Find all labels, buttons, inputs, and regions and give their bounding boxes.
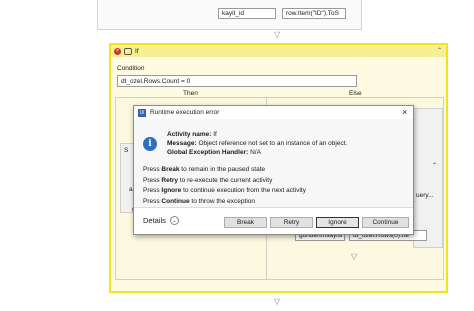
dialog-body: i Activity name: If Message: Object refe… xyxy=(134,119,413,207)
else-drop-arrow-icon: ▽ xyxy=(351,252,358,261)
details-label: Details xyxy=(143,216,166,225)
message-label: Message: xyxy=(167,140,197,147)
instruction-retry: Press Retry to re-execute the current ac… xyxy=(143,176,273,184)
then-label: Then xyxy=(183,90,198,97)
activity-name-label: Activity name: xyxy=(167,131,212,138)
then-seq-letter: S xyxy=(124,147,129,154)
else-partial-text: uery... xyxy=(416,192,434,199)
if-activity-icon xyxy=(124,47,132,55)
else-sequence[interactable]: ⌃ uery... xyxy=(413,108,443,248)
dialog-footer: Details ⌄ Break Retry Ignore Continue xyxy=(134,207,413,234)
break-button[interactable]: Break xyxy=(224,217,267,228)
if-header[interactable]: × If ⌃ xyxy=(111,45,446,57)
assign-to-field[interactable]: kayit_id xyxy=(218,8,276,19)
info-icon: i xyxy=(143,137,157,151)
instruction-continue: Press Continue to throw the exception xyxy=(143,197,255,205)
app-icon: Ui xyxy=(138,108,146,117)
drop-arrow-icon: ▽ xyxy=(274,30,281,39)
retry-button[interactable]: Retry xyxy=(270,217,313,228)
bottom-drop-arrow-icon: ▽ xyxy=(274,297,281,306)
message-value: Object reference not set to an instance … xyxy=(198,140,348,147)
assign-activity-top[interactable]: kayit_id row.Item("ID").ToS xyxy=(218,8,346,19)
assign-value-field[interactable]: row.Item("ID").ToS xyxy=(282,8,346,19)
else-collapse-icon[interactable]: ⌃ xyxy=(432,162,437,169)
handler-label: Global Exception Handler: xyxy=(167,149,249,156)
runtime-error-dialog: Ui Runtime execution error × i Activity … xyxy=(133,105,414,235)
dialog-title: Runtime execution error xyxy=(150,109,220,116)
instruction-ignore: Press Ignore to continue execution from … xyxy=(143,187,306,194)
chevron-down-icon: ⌄ xyxy=(169,216,179,225)
if-title: If xyxy=(135,47,139,55)
else-label: Else xyxy=(349,90,362,97)
close-icon[interactable]: × xyxy=(402,107,407,117)
condition-input[interactable]: dt_ozel.Rows.Count = 0 xyxy=(117,75,357,87)
handler-value: N/A xyxy=(250,149,261,156)
instruction-break: Press Break to remain in the paused stat… xyxy=(143,166,266,173)
details-toggle[interactable]: Details ⌄ xyxy=(143,216,179,225)
continue-button[interactable]: Continue xyxy=(362,217,409,228)
ignore-button[interactable]: Ignore xyxy=(316,217,359,228)
error-icon: × xyxy=(114,47,121,55)
activity-name-value: If xyxy=(213,131,217,138)
collapse-icon[interactable]: ⌃ xyxy=(437,47,442,54)
condition-label: Condition xyxy=(117,65,145,72)
error-details: Activity name: If Message: Object refere… xyxy=(167,130,347,157)
instructions-list: Press Break to remain in the paused stat… xyxy=(143,165,306,207)
dialog-titlebar: Ui Runtime execution error xyxy=(134,106,413,119)
